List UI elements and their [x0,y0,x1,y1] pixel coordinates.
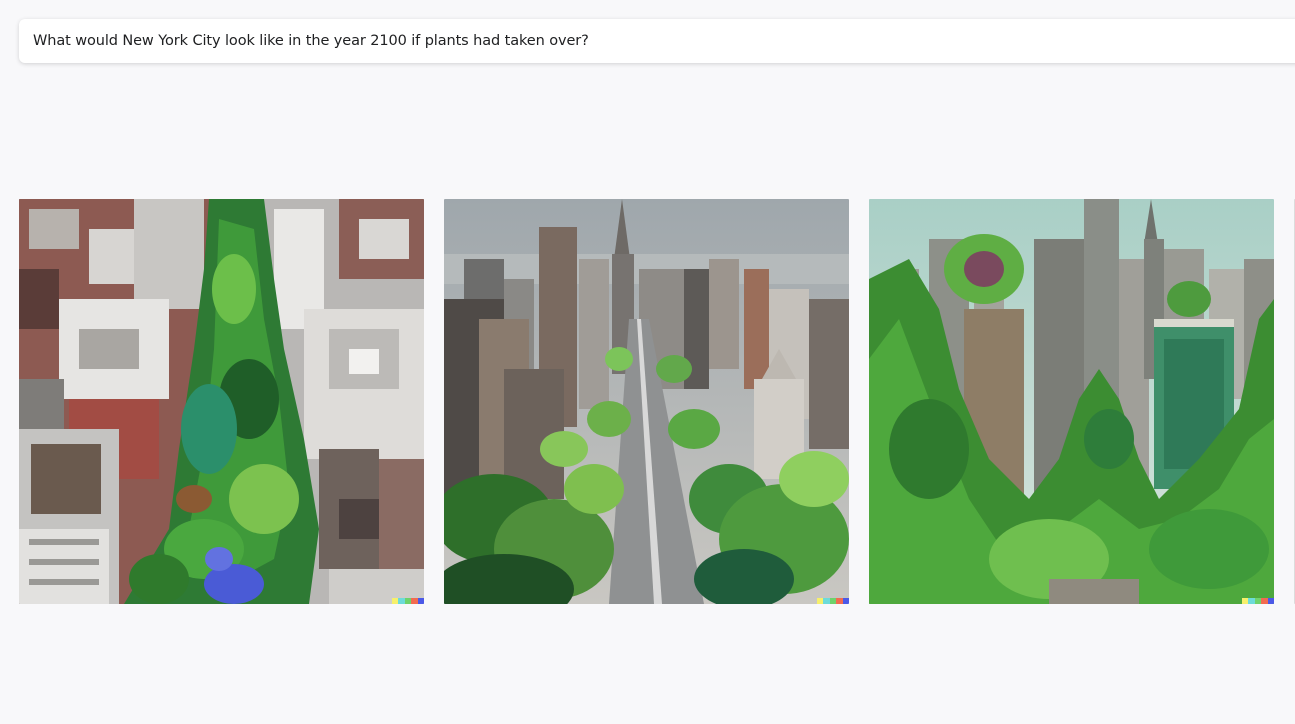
image-2-art [444,199,849,604]
signature-strip [1242,598,1274,604]
generated-image-1[interactable] [19,199,424,604]
prompt-input-bar[interactable]: What would New York City look like in th… [19,19,1295,63]
generated-image-3[interactable] [869,199,1274,604]
generated-image-2[interactable] [444,199,849,604]
image-3-art [869,199,1274,604]
signature-strip [392,598,424,604]
image-1-art [19,199,424,604]
generated-images-row [19,199,1295,604]
prompt-text[interactable]: What would New York City look like in th… [33,33,589,49]
signature-swatch-5 [842,598,849,604]
signature-strip [817,598,849,604]
signature-swatch-5 [1267,598,1274,604]
signature-swatch-5 [417,598,424,604]
